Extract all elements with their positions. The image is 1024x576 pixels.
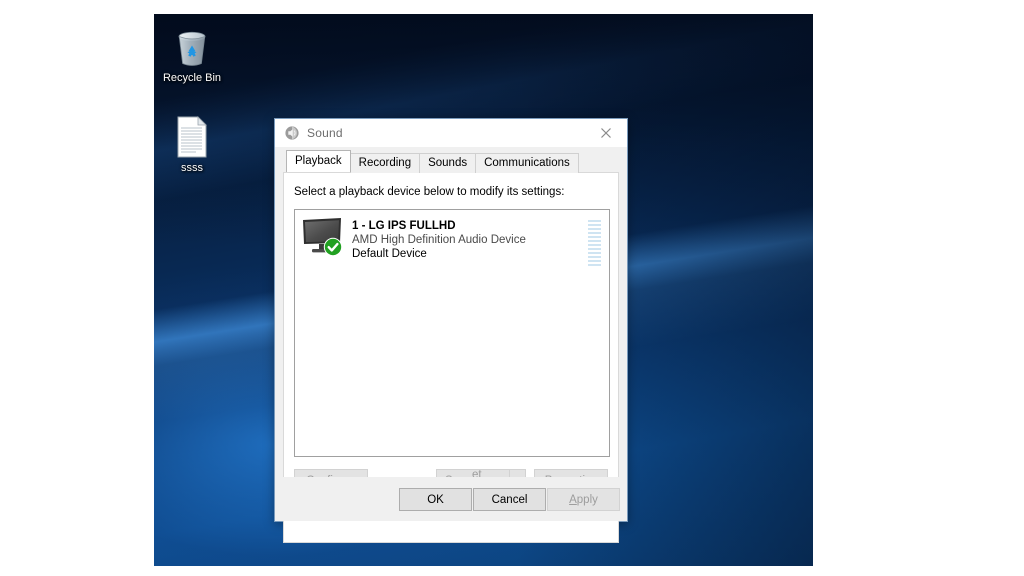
monitor-icon: [303, 218, 343, 257]
tab-playback[interactable]: Playback: [286, 150, 351, 172]
dialog-title: Sound: [307, 126, 343, 140]
apply-button[interactable]: Apply: [547, 488, 620, 511]
text-document-icon: [154, 112, 230, 158]
desktop-icon-label: Recycle Bin: [162, 72, 222, 84]
device-state: Default Device: [352, 248, 427, 260]
playback-device-list[interactable]: 1 - LG IPS FULLHD AMD High Definition Au…: [294, 209, 610, 457]
device-icon-wrap: [300, 216, 346, 258]
list-item[interactable]: 1 - LG IPS FULLHD AMD High Definition Au…: [295, 210, 609, 272]
device-driver: AMD High Definition Audio Device: [352, 234, 526, 246]
dialog-tabstrip[interactable]: Playback Recording Sounds Communications: [286, 150, 627, 173]
playback-instruction: Select a playback device below to modify…: [294, 186, 565, 198]
device-text: 1 - LG IPS FULLHD AMD High Definition Au…: [352, 216, 588, 261]
dialog-titlebar[interactable]: Sound: [275, 119, 627, 147]
close-icon[interactable]: [585, 119, 627, 147]
tab-sounds[interactable]: Sounds: [419, 153, 477, 173]
screen: Recycle Bin ssss Sound Playback Recordin…: [0, 0, 1024, 576]
desktop-icon-ssss[interactable]: ssss: [154, 112, 230, 175]
recycle-bin-icon: [154, 22, 230, 68]
ok-button[interactable]: OK: [399, 488, 472, 511]
sound-speaker-icon: [284, 125, 300, 141]
tab-recording[interactable]: Recording: [349, 153, 421, 173]
apply-button-label: pply: [576, 493, 598, 506]
sound-dialog[interactable]: Sound Playback Recording Sounds Communic…: [274, 118, 628, 543]
volume-meter: [588, 220, 601, 266]
desktop-icon-label: ssss: [181, 162, 203, 174]
dialog-footer: OK Cancel Apply: [275, 477, 627, 521]
cancel-button[interactable]: Cancel: [473, 488, 546, 511]
desktop-icon-recycle-bin[interactable]: Recycle Bin: [154, 22, 230, 85]
device-name: 1 - LG IPS FULLHD: [352, 220, 456, 232]
tab-communications[interactable]: Communications: [475, 153, 579, 173]
